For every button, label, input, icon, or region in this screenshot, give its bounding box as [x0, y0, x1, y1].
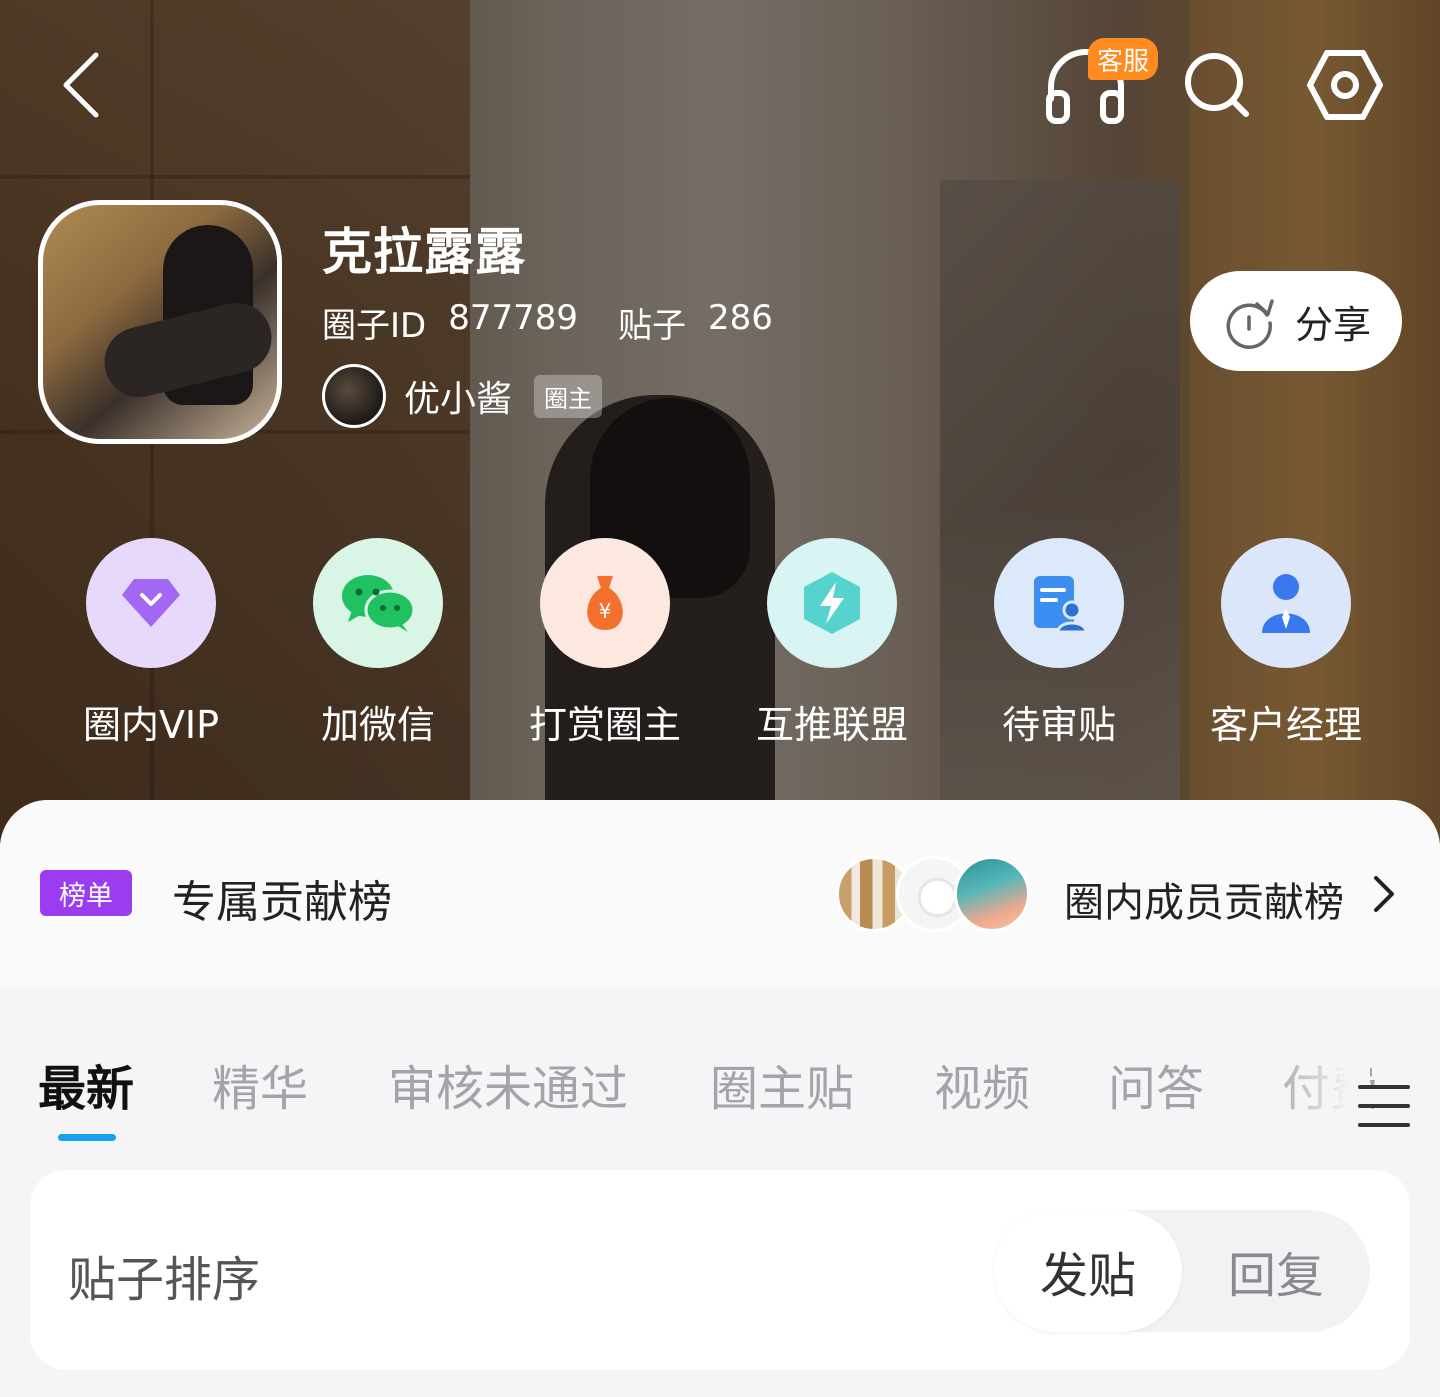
tab-videos[interactable]: 视频	[934, 1049, 1030, 1119]
svg-text:¥: ¥	[599, 599, 612, 623]
ranking-title: 专属贡献榜	[172, 877, 392, 928]
wechat-icon	[342, 575, 416, 632]
feature-label: 待审贴	[1001, 703, 1116, 747]
feature-icon-bg	[994, 538, 1124, 668]
circle-content-sheet: 榜单 专属贡献榜 圈内成员贡献榜 最新 精华 审核未通过 圈主贴 视频 问答 付…	[0, 800, 1440, 1397]
feature-promo-alliance[interactable]: 互推联盟	[732, 538, 932, 749]
feature-pending-posts[interactable]: 待审贴	[959, 538, 1159, 749]
search-button[interactable]	[1180, 48, 1254, 122]
lightning-hexagon-icon	[804, 572, 860, 634]
share-label: 分享	[1294, 302, 1371, 347]
share-refresh-icon	[1226, 299, 1274, 349]
sort-option-reply-time[interactable]: 回复	[1182, 1210, 1370, 1332]
diamond-vip-icon	[122, 579, 180, 627]
circle-id-label: 圈子ID	[322, 306, 427, 346]
active-tab-indicator	[58, 1134, 116, 1141]
sort-option-post-time[interactable]: 发贴	[994, 1210, 1182, 1332]
circle-id-value: 877789	[448, 298, 579, 338]
ranking-tag: 榜单	[40, 870, 132, 916]
feature-vip[interactable]: 圈内VIP	[51, 538, 251, 749]
feature-icon-bg	[86, 538, 216, 668]
feature-tip-owner[interactable]: ¥ 打赏圈主	[505, 538, 705, 749]
feature-icon-bg	[1221, 538, 1351, 668]
feature-wechat[interactable]: 加微信	[278, 538, 478, 749]
top-contributors-avatars	[836, 856, 1036, 932]
feature-label: 打赏圈主	[528, 703, 681, 747]
circle-header-banner: 客服 克拉露露 圈子ID 877789 贴子 286 优小酱 圈主 分享 圈内V…	[0, 0, 1440, 860]
hexagon-settings-icon	[1307, 50, 1383, 120]
feature-label: 互推联盟	[755, 703, 908, 747]
feature-label: 圈内VIP	[82, 703, 220, 747]
back-button[interactable]	[50, 50, 110, 120]
tabs-fade	[1270, 1035, 1370, 1125]
contribution-ranking-bar[interactable]: 榜单 专属贡献榜 圈内成员贡献榜	[0, 800, 1440, 988]
tab-latest[interactable]: 最新	[38, 1049, 134, 1119]
money-bag-icon: ¥	[587, 576, 623, 630]
share-button[interactable]: 分享	[1190, 271, 1402, 371]
settings-button[interactable]	[1306, 46, 1384, 124]
feature-label: 客户经理	[1209, 703, 1362, 747]
chevron-right-icon	[1374, 876, 1394, 912]
posts-count-value: 286	[708, 298, 773, 338]
sort-toggle: 发贴 回复	[994, 1210, 1370, 1332]
manager-person-icon	[1262, 574, 1310, 633]
feature-account-manager[interactable]: 客户经理	[1186, 538, 1386, 749]
feature-icon-bg: ¥	[540, 538, 670, 668]
search-icon	[1185, 53, 1249, 117]
owner-name: 优小酱	[404, 379, 513, 420]
owner-role-badge: 圈主	[534, 374, 603, 418]
tab-rejected[interactable]: 审核未通过	[388, 1049, 628, 1119]
tab-owner-posts[interactable]: 圈主贴	[710, 1049, 854, 1119]
post-category-tabs: 最新 精华 审核未通过 圈主贴 视频 问答 付费	[0, 1035, 1440, 1145]
customer-service-badge: 客服	[1088, 38, 1158, 80]
chevron-left-icon	[63, 52, 99, 118]
posts-count-label: 贴子	[618, 306, 687, 346]
circle-owner[interactable]: 优小酱 圈主	[322, 364, 603, 428]
tabs-menu-icon[interactable]	[1358, 1083, 1410, 1129]
feature-shortcuts: 圈内VIP 加微信 ¥ 打赏圈主 互推联盟 待审贴 客户经理	[0, 538, 1440, 758]
tab-featured[interactable]: 精华	[212, 1049, 308, 1119]
feature-label: 加微信	[320, 703, 435, 747]
contributor-avatar	[954, 856, 1030, 932]
sort-label: 贴子排序	[68, 1252, 261, 1308]
circle-avatar[interactable]	[38, 200, 282, 444]
feature-icon-bg	[313, 538, 443, 668]
owner-avatar	[322, 364, 386, 428]
pending-document-icon	[1034, 576, 1088, 634]
member-ranking-link[interactable]: 圈内成员贡献榜	[1064, 870, 1344, 928]
circle-name: 克拉露露	[322, 223, 526, 281]
feature-icon-bg	[767, 538, 897, 668]
circle-meta: 圈子ID 877789 贴子 286	[322, 298, 773, 347]
tab-qa[interactable]: 问答	[1108, 1049, 1204, 1119]
post-sort-card: 贴子排序 发贴 回复	[30, 1170, 1410, 1370]
